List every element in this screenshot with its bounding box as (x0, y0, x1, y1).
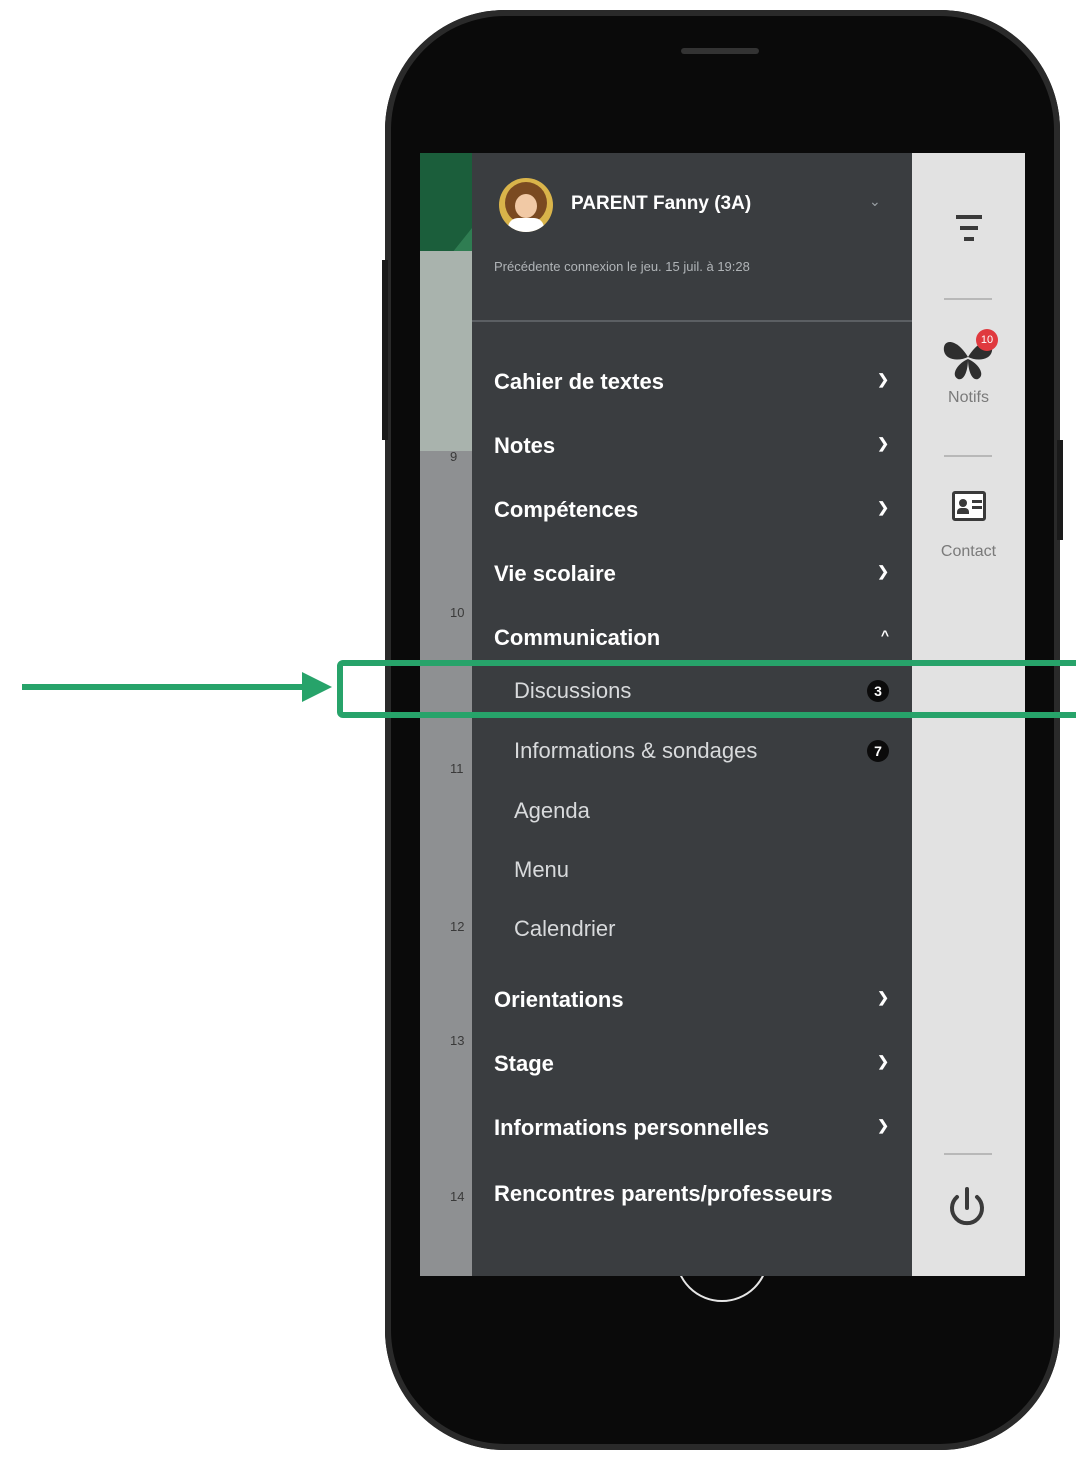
menu-item-cahier-de-textes[interactable]: Cahier de textes ❯ (494, 369, 889, 395)
phone-speaker (681, 48, 759, 54)
rail-divider (944, 1153, 992, 1155)
menu-item-label: Stage (494, 1051, 554, 1076)
user-name: PARENT Fanny (3A) (571, 193, 752, 214)
background-tick: 13 (450, 1033, 465, 1048)
chevron-up-icon: ^ (880, 627, 889, 643)
notification-count-badge: 10 (976, 329, 998, 351)
background-tick: 11 (450, 761, 464, 776)
count-badge: 7 (867, 740, 889, 762)
rail-divider (944, 298, 992, 300)
annotation-arrow-head (302, 672, 332, 702)
chevron-down-icon: ❯ (877, 435, 889, 451)
submenu-item-informations-sondages[interactable]: Informations & sondages 7 (514, 738, 889, 764)
annotation-arrow (22, 684, 312, 690)
menu-item-label: Notes (494, 433, 556, 458)
submenu-item-agenda[interactable]: Agenda (514, 798, 889, 824)
menu-item-vie-scolaire[interactable]: Vie scolaire ❯ (494, 561, 889, 587)
avatar (499, 178, 553, 232)
chevron-down-icon: ❯ (877, 1117, 889, 1133)
chevron-down-icon: ❯ (877, 989, 889, 1005)
phone-side-button-left (382, 260, 388, 440)
menu-item-label: Communication (494, 625, 661, 650)
submenu-item-label: Informations & sondages (514, 738, 758, 763)
menu-item-label: Orientations (494, 987, 624, 1012)
background-tick: 10 (450, 605, 465, 620)
background-light-block (420, 251, 472, 451)
divider (472, 320, 912, 322)
rail-divider (944, 455, 992, 457)
submenu-item-label: Agenda (514, 798, 590, 823)
menu-item-rencontres-parents-professeurs[interactable]: Rencontres parents/professeurs (494, 1181, 889, 1207)
menu-item-informations-personnelles[interactable]: Informations personnelles ❯ (494, 1115, 889, 1141)
contact-label: Contact (940, 543, 997, 560)
submenu-item-calendrier[interactable]: Calendrier (514, 916, 889, 942)
chevron-down-icon: ❯ (877, 371, 889, 387)
menu-item-competences[interactable]: Compétences ❯ (494, 497, 889, 523)
menu-item-label: Compétences (494, 497, 639, 522)
submenu-item-menu[interactable]: Menu (514, 857, 889, 883)
annotation-highlight-box (337, 660, 1076, 718)
last-connection: Précédente connexion le jeu. 15 juil. à … (494, 259, 750, 274)
menu-item-label: Vie scolaire (494, 561, 616, 586)
menu-item-label: Informations personnelles (494, 1115, 770, 1140)
user-header[interactable]: PARENT Fanny (3A) ⌄ Précédente connexion… (472, 153, 912, 320)
chevron-down-icon[interactable]: ⌄ (869, 193, 881, 210)
submenu-item-label: Menu (514, 857, 570, 882)
menu-item-orientations[interactable]: Orientations ❯ (494, 987, 889, 1013)
phone-side-button-right (1057, 440, 1063, 540)
hamburger-icon[interactable] (956, 213, 982, 243)
menu-item-stage[interactable]: Stage ❯ (494, 1051, 889, 1077)
menu-item-communication[interactable]: Communication ^ (494, 625, 889, 651)
menu-item-label: Rencontres parents/professeurs (494, 1181, 833, 1206)
background-tick: 12 (450, 919, 465, 934)
chevron-down-icon: ❯ (877, 563, 889, 579)
chevron-down-icon: ❯ (877, 1053, 889, 1069)
submenu-item-label: Calendrier (514, 916, 616, 941)
background-tick: 14 (450, 1189, 465, 1204)
background-tick: 9 (450, 449, 458, 464)
menu-item-notes[interactable]: Notes ❯ (494, 433, 889, 459)
notifs-label: Notifs (948, 389, 989, 406)
chevron-down-icon: ❯ (877, 499, 889, 515)
contact-card-icon[interactable] (952, 491, 986, 521)
power-icon[interactable] (942, 1183, 992, 1233)
menu-item-label: Cahier de textes (494, 369, 664, 394)
